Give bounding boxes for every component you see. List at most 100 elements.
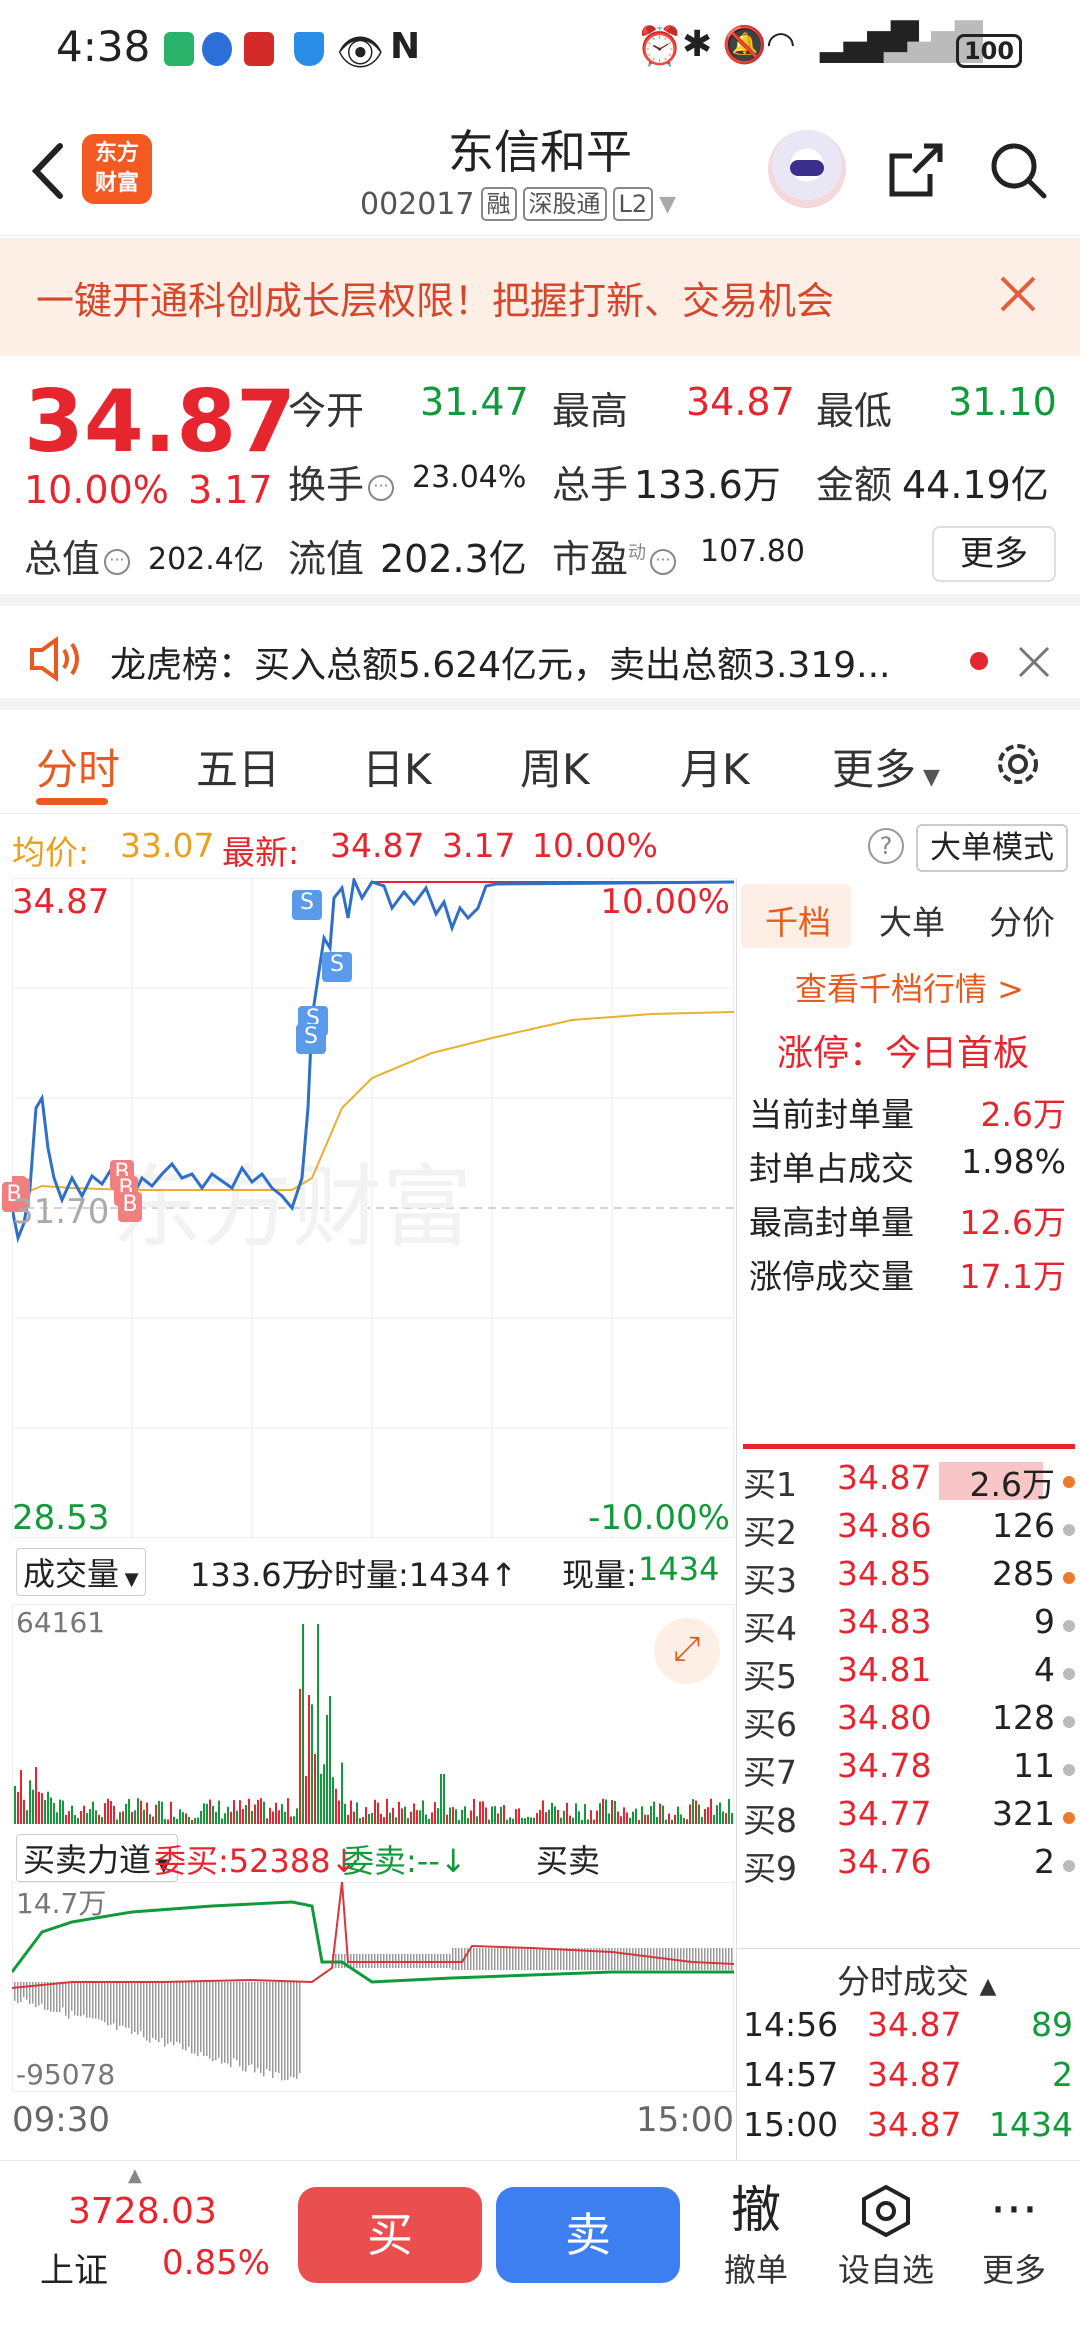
info-dots-icon[interactable]: ··· [650,548,677,575]
force-bar [638,1948,640,1970]
force-bar [527,1948,529,1970]
force-bar [80,1982,82,2017]
volume-bar [299,1688,301,1824]
volume-bar [566,1802,568,1824]
volume-bar [50,1797,52,1824]
bid-row[interactable]: 买1 34.87 2.6万 [737,1458,1080,1506]
volume-bar [245,1805,247,1824]
bid-row[interactable]: 买8 34.77 321 [737,1794,1080,1842]
volume-bar [329,1695,331,1824]
tab-monthly-k[interactable]: 月K [680,736,750,797]
sell-button[interactable]: 卖 [496,2187,680,2283]
info-dots-icon[interactable]: ··· [104,548,131,575]
floatcap-label: 流值 [288,537,365,581]
tab-daily-k[interactable]: 日K [362,736,432,797]
ticks-title[interactable]: 分时成交 ▲ [837,1955,996,2003]
nfc-icon: N [390,26,421,67]
help-icon[interactable]: ? [868,828,904,864]
last-price: 34.87 [24,372,297,472]
volume-bar [377,1802,379,1824]
force-bar [524,1948,526,1970]
volume-bar [650,1806,652,1824]
tab-weekly-k[interactable]: 周K [520,736,590,797]
force-bar [296,1982,298,2079]
add-watchlist-button[interactable]: 设自选 [836,2175,936,2291]
index-value[interactable]: 3728.03 [68,2191,217,2232]
volume-bar [632,1811,634,1824]
cancel-order-button[interactable]: 撤 撤单 [706,2175,806,2291]
more-actions-button[interactable]: ··· 更多 [964,2175,1064,2291]
volume-bar [491,1806,493,1824]
tab-more[interactable]: 更多 ▼ [832,736,940,797]
bid-row[interactable]: 买7 34.78 11 [737,1746,1080,1794]
intraday-chart[interactable]: 东方财富 B B B B B B S S S S 34.87 31.70 28.… [2,874,735,1539]
force-bar [716,1948,718,1970]
floatcap-value: 202.3亿 [380,537,527,581]
volume-bar [152,1816,154,1824]
info-dots-icon[interactable]: ··· [368,474,395,501]
subtab-depth[interactable]: 千档 [765,896,831,944]
volume-bar [89,1809,91,1824]
big-order-mode-button[interactable]: 大单模式 [916,824,1068,872]
bid-row[interactable]: 买5 34.81 4 [737,1650,1080,1698]
bid-row[interactable]: 买9 34.76 2 [737,1842,1080,1890]
force-bar [536,1948,538,1970]
volume-bar [410,1811,412,1824]
close-icon[interactable] [992,268,1044,320]
gear-icon[interactable] [990,736,1046,792]
bid-row[interactable]: 买4 34.83 9 [737,1602,1080,1650]
volume-bar [284,1811,286,1824]
stock-code-row[interactable]: 002017 融 深股通 L2 ▼ [360,184,676,224]
depth-link[interactable]: 查看千档行情 > [795,964,1024,1010]
volume-bar [605,1799,607,1824]
index-name[interactable]: 上证 [40,2243,108,2292]
force-bar [125,1982,127,2028]
volume-selector[interactable]: 成交量 ▼ [16,1548,146,1596]
force-bar [533,1948,535,1970]
volume-chart[interactable]: 64161 ⤢ [11,1603,735,1825]
volume-bar [194,1818,196,1824]
volume-bar [98,1814,100,1824]
dragon-tiger-notice[interactable]: 龙虎榜：买入总额5.624亿元，卖出总额3.319... [0,606,1080,710]
limit-stat-label: 最高封单量 [749,1203,914,1242]
volume-bar [527,1816,529,1824]
buy-button[interactable]: 买 [298,2187,482,2283]
volume-bar [695,1800,697,1824]
volume-bar [338,1800,340,1824]
subtab-price-dist[interactable]: 分价 [989,896,1055,944]
index-pct[interactable]: 0.85% [162,2243,270,2283]
promo-banner[interactable]: 一键开通科创成长层权限！把握打新、交易机会 [0,238,1080,356]
force-bar [620,1948,622,1970]
close-icon[interactable] [1014,642,1054,682]
tab-five-day[interactable]: 五日 [196,736,280,797]
volume-bar [494,1806,496,1824]
bid-volume: 126 [992,1506,1055,1545]
subtab-big-order[interactable]: 大单 [879,896,945,944]
force-chart[interactable]: 14.7万 -95078 [10,1881,735,2093]
volume-bar [92,1801,94,1824]
volume-bar [725,1813,727,1824]
share-icon[interactable] [884,138,948,202]
latest-label: 最新: [222,833,300,872]
more-quote-button[interactable]: 更多 [932,526,1056,582]
volume-bar [311,1704,313,1824]
tab-intraday[interactable]: 分时 [36,736,120,797]
bid-row[interactable]: 买6 34.80 128 [737,1698,1080,1746]
volume-bar [293,1816,295,1824]
volume-bar [521,1818,523,1824]
force-top-label: 14.7万 [16,1887,107,1920]
search-icon[interactable] [986,138,1050,202]
expand-icon[interactable]: ⤢ [654,1618,720,1684]
assistant-robot-icon[interactable] [768,130,846,208]
active-tab-indicator [36,798,108,805]
force-bar [686,1948,688,1970]
shield-icon [294,32,324,66]
bid-row[interactable]: 买3 34.85 285 [737,1554,1080,1602]
bid-row[interactable]: 买2 34.86 126 [737,1506,1080,1554]
force-bar [254,1982,256,2073]
volume-bar [233,1800,235,1824]
volume-bar [653,1801,655,1824]
force-bar [26,1982,28,2000]
volume-bar [86,1812,88,1824]
volume-header: 成交量 ▼ 133.6万 分时量:1434↑ 现量: 1434 [12,1540,734,1602]
